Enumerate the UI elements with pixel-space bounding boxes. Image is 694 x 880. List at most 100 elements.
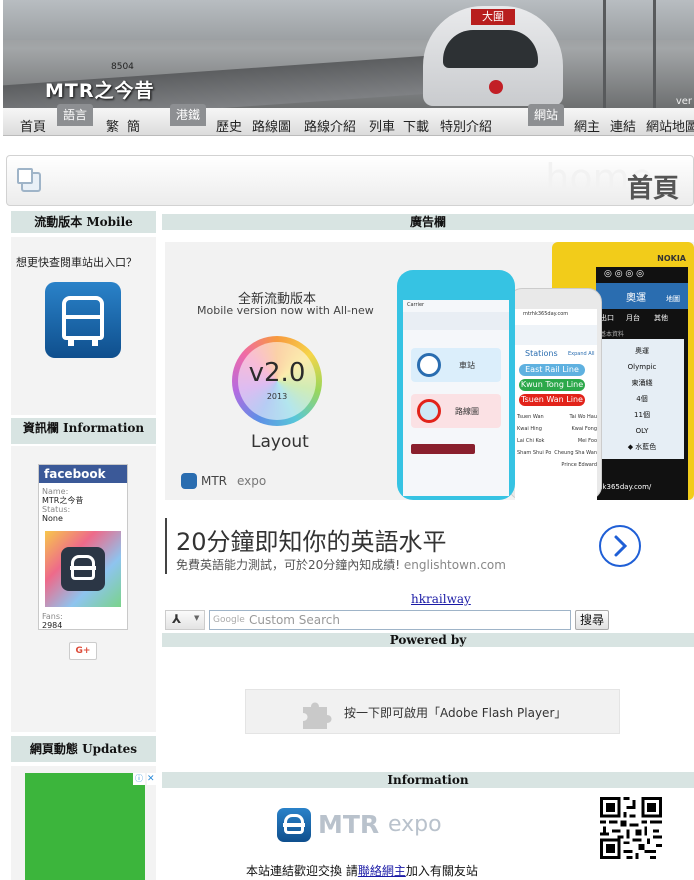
nav-lang-traditional[interactable]: 繁 [106, 116, 119, 135]
nokia-row: 4個 [636, 395, 648, 403]
banner-sky [3, 0, 694, 40]
mobile-promo-banner[interactable]: 全新流動版本 Mobile version now with All-new v… [165, 242, 694, 500]
map-icon [417, 399, 441, 423]
nokia-row: 奧運 [635, 347, 649, 355]
nav-line-map[interactable]: 路線圖 [252, 116, 291, 135]
site-banner: 8504 大圍 MTR之今昔 ver [3, 0, 694, 108]
ad-close-icon[interactable]: ✕ [147, 773, 156, 785]
english-ad-subtitle[interactable]: 免費英語能力測試，可於20分鐘內知成績! englishtown.com [176, 556, 506, 573]
mobile-question: 想更快查閱車站出入口？ [16, 256, 137, 269]
promo-brand-mtr: MTR [201, 474, 228, 488]
site-title: MTR之今昔 [45, 80, 155, 102]
scope-icon: ⅄ [172, 612, 182, 626]
qr-code [600, 797, 662, 859]
cyan-phone-carrier: Carrier [407, 302, 425, 308]
nokia-row: Olympic [627, 363, 657, 371]
banner-version: ver [675, 96, 692, 107]
hkrailway-link[interactable]: hkrailway [411, 592, 471, 606]
mtr-expo-logo-expo: expo [388, 812, 442, 837]
powered-by-heading: Powered by [162, 633, 694, 647]
nokia-tab-exit: 出口 [600, 314, 614, 322]
nav-special-intro[interactable]: 特別介紹 [440, 116, 492, 135]
page-title: 首頁 [626, 174, 679, 204]
fb-name-label: Name: [42, 487, 69, 496]
nokia-row: 11個 [634, 411, 650, 419]
nokia-map-label: 地圖 [666, 295, 680, 303]
sidebar-updates-heading: 網頁動態 Updates [11, 736, 156, 762]
white-phone-screen: mtrhk365day.com Stations Expand All East… [515, 309, 597, 500]
link-exchange-text: 本站連結歡迎交換 請聯絡網主加入有關友站 [246, 862, 478, 879]
promo-layout: Layout [251, 432, 309, 452]
nav-trains[interactable]: 列車 [369, 116, 395, 135]
fb-name-value: MTR之今昔 [42, 496, 84, 505]
search-button[interactable]: 搜尋 [575, 610, 609, 630]
nokia-tab-other: 其他 [654, 314, 668, 322]
nav-download[interactable]: 下載 [403, 116, 429, 135]
cyan-phone-screen: Carrier 車站 路線圖 [403, 300, 509, 496]
banner-pole [603, 0, 606, 108]
page-header: home 首頁 [6, 155, 694, 206]
white-phone-url: mtrhk365day.com [523, 311, 569, 317]
fb-fans-value: 2984 [42, 621, 63, 630]
search-placeholder: Custom Search [249, 613, 341, 627]
link-exchange-prefix: 本站連結歡迎交換 請 [246, 864, 358, 878]
cyan-phone-station: 車站 [459, 361, 475, 370]
mtr-expo-logo-icon [277, 808, 311, 842]
search-input[interactable]: Google Custom Search [209, 610, 571, 630]
search-scope-dropdown[interactable]: ⅄ ▼ [165, 610, 205, 630]
nokia-info-label: 基本資料 [600, 331, 625, 338]
nokia-tab-platform: 月台 [626, 314, 640, 322]
banner-train-sign: 大圍 [471, 9, 515, 25]
nav-home[interactable]: 首頁 [20, 116, 46, 135]
fb-status-label: Status: [42, 505, 71, 514]
flash-placeholder[interactable]: 按一下即可啟用「Adobe Flash Player」 [245, 689, 620, 734]
mid-line-kwun-tong: Kwun Tong Line [519, 379, 585, 391]
mid-stations-label: Stations [525, 349, 558, 358]
sidebar-info-heading: 資訊欄 Information [11, 418, 156, 444]
page-icon [17, 168, 41, 192]
mid-station: Mei Foo [577, 438, 597, 444]
english-ad-title[interactable]: 20分鐘即知你的英語水平 [176, 522, 447, 557]
mtr-expo-icon [181, 473, 197, 489]
nav-webmaster[interactable]: 網主 [574, 116, 600, 135]
mobile-app-icon[interactable] [45, 282, 121, 358]
mid-expand-label: Expand All [568, 351, 595, 357]
promo-version: v2.0 [248, 358, 306, 388]
sidebar-mobile-heading: 流動版本 Mobile Version [11, 211, 156, 251]
banner-train-window [443, 30, 538, 68]
green-ad-banner[interactable] [25, 773, 145, 880]
banner-number: 8504 [111, 62, 134, 72]
cyan-phone: Carrier 車站 路線圖 [397, 270, 515, 500]
banner-pole [653, 0, 656, 108]
sidebar-mobile-box: 想更快查閱車站出入口？ [11, 237, 156, 415]
mid-station: Tai Wo Hau [569, 414, 597, 420]
facebook-widget[interactable]: facebook Name: MTR之今昔 Status: None Fans:… [38, 464, 128, 630]
mid-line-east-rail: East Rail Line [519, 364, 585, 376]
google-watermark: Google [213, 615, 245, 625]
mid-station: Sham Shui Po [517, 450, 552, 456]
chevron-right-icon [614, 535, 628, 557]
ads-heading: 廣告欄 [162, 214, 694, 230]
mid-station: Lai Chi Kok [517, 438, 545, 444]
ad-info-icon[interactable]: ⓘ [133, 773, 145, 785]
promo-year: 2013 [266, 392, 288, 401]
google-plus-button[interactable]: G+ [69, 642, 97, 660]
nokia-url: hk365day.com/ [598, 483, 652, 491]
nav-lang-simplified[interactable]: 簡 [127, 116, 140, 135]
nav-links[interactable]: 連結 [610, 116, 636, 135]
mid-station: Kwai Hing [517, 426, 542, 432]
facebook-logo: facebook [39, 465, 127, 483]
puzzle-plugin-icon [303, 702, 332, 729]
nav-sitemap[interactable]: 網站地圖 [646, 116, 694, 135]
fb-fans-label: Fans: [42, 612, 63, 621]
contact-webmaster-link[interactable]: 聯絡網主 [358, 864, 406, 878]
nav-history[interactable]: 歷史 [216, 116, 242, 135]
flash-enable-text: 按一下即可啟用「Adobe Flash Player」 [344, 706, 567, 720]
ad-divider [165, 518, 167, 574]
nav-line-intro[interactable]: 路線介紹 [304, 116, 356, 135]
nav-tag-site: 網站 [528, 104, 565, 126]
ad-next-button[interactable] [599, 525, 641, 567]
nokia-row: 東涌綫 [631, 379, 653, 387]
mtr-expo-logo-mtr: MTR [318, 810, 380, 839]
fb-profile-picture [45, 531, 121, 607]
